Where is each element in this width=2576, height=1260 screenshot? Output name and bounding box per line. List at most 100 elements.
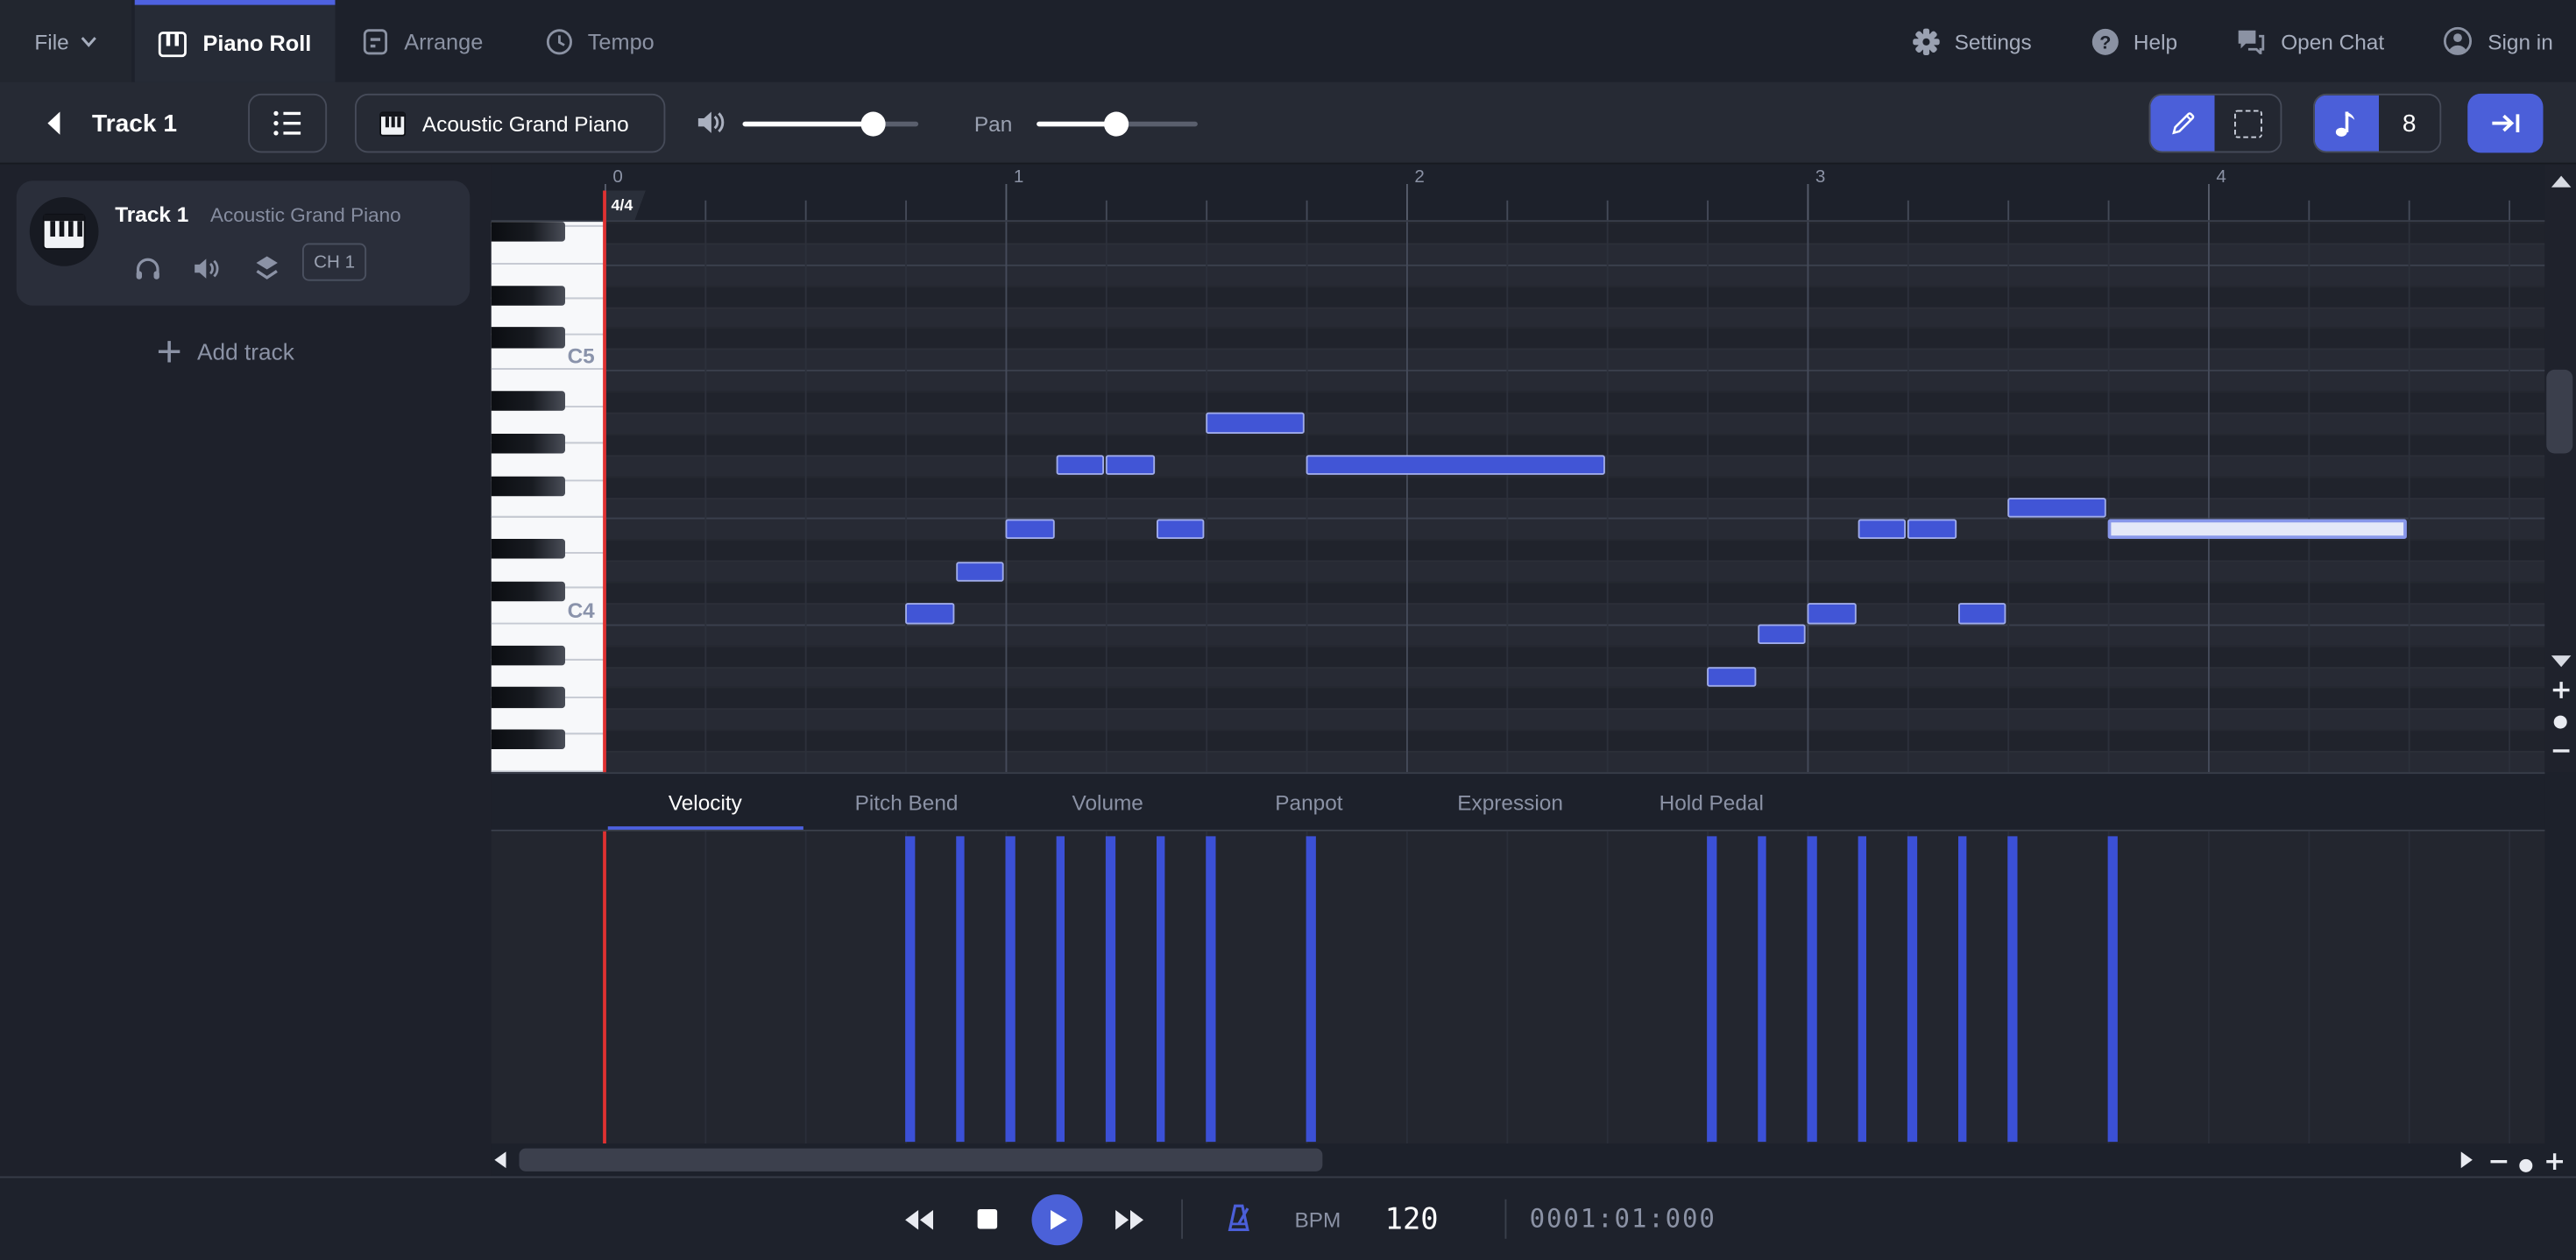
velocity-bar[interactable] xyxy=(1156,837,1164,1142)
track-list-button[interactable] xyxy=(248,94,327,153)
note[interactable] xyxy=(1306,456,1605,476)
grid-row xyxy=(605,243,2544,264)
velocity-graph[interactable] xyxy=(492,832,2545,1143)
velocity-bar[interactable] xyxy=(1858,837,1866,1142)
velocity-bar[interactable] xyxy=(1757,837,1766,1142)
mute-speaker-button[interactable] xyxy=(191,253,221,283)
note-grid[interactable] xyxy=(605,222,2544,772)
velocity-bar[interactable] xyxy=(1106,837,1115,1142)
note[interactable] xyxy=(905,604,953,624)
metronome-button[interactable] xyxy=(1219,1178,1258,1260)
piano-black-key[interactable] xyxy=(492,391,565,411)
ruler-tick xyxy=(1907,201,1909,222)
zoom-out-vertical-button[interactable] xyxy=(2544,738,2576,764)
scroll-down-button[interactable] xyxy=(2544,648,2576,674)
time-signature-badge[interactable]: 4/4 xyxy=(605,191,646,223)
note[interactable] xyxy=(955,561,1003,581)
selection-tool-button[interactable] xyxy=(2215,96,2281,152)
velocity-bar[interactable] xyxy=(1206,837,1214,1142)
open-chat-button[interactable]: Open Chat xyxy=(2237,28,2385,54)
controller-tab-velocity[interactable]: Velocity xyxy=(605,774,806,830)
velocity-bar[interactable] xyxy=(955,837,964,1142)
note[interactable] xyxy=(1757,625,1805,645)
scroll-up-button[interactable] xyxy=(2544,167,2576,194)
note-length-value[interactable]: 8 xyxy=(2379,96,2439,152)
scroll-right-button[interactable] xyxy=(2461,1150,2473,1167)
velocity-bar[interactable] xyxy=(1907,837,1916,1142)
note[interactable] xyxy=(1106,456,1154,476)
velocity-bar[interactable] xyxy=(1957,837,1966,1142)
note[interactable] xyxy=(2007,498,2106,518)
graph-beat-line xyxy=(805,832,807,1143)
pan-slider-thumb[interactable] xyxy=(1103,111,1128,136)
add-track-button[interactable]: Add track xyxy=(156,332,294,372)
note[interactable] xyxy=(1707,667,1755,687)
velocity-bar[interactable] xyxy=(1808,837,1816,1142)
sign-in-button[interactable]: Sign in xyxy=(2444,26,2553,56)
zoom-in-vertical-button[interactable] xyxy=(2544,677,2576,704)
piano-black-key[interactable] xyxy=(492,222,565,242)
controller-tab-hold-pedal[interactable]: Hold Pedal xyxy=(1610,774,1812,830)
file-menu-button[interactable]: File xyxy=(0,0,131,82)
piano-black-key[interactable] xyxy=(492,434,565,454)
horizontal-scrollbar-thumb[interactable] xyxy=(520,1148,1323,1171)
vertical-scrollbar-thumb[interactable] xyxy=(2546,370,2572,454)
grid-row xyxy=(605,413,2544,434)
piano-black-key[interactable] xyxy=(492,645,565,665)
timeline-ruler[interactable]: 4/4 01234 xyxy=(492,165,2545,223)
jump-to-end-button[interactable] xyxy=(2467,94,2543,153)
controller-tab-panpot[interactable]: Panpot xyxy=(1208,774,1410,830)
settings-button[interactable]: Settings xyxy=(1912,27,2032,55)
piano-keyboard[interactable]: C5C4 xyxy=(492,222,605,772)
play-button[interactable] xyxy=(1032,1193,1083,1244)
tab-arrange[interactable]: Arrange xyxy=(336,0,510,82)
note[interactable] xyxy=(1056,456,1104,476)
piano-black-key[interactable] xyxy=(492,286,565,306)
velocity-bar[interactable] xyxy=(2007,837,2016,1142)
note[interactable] xyxy=(1206,413,1305,433)
note[interactable] xyxy=(1156,519,1204,539)
velocity-bar[interactable] xyxy=(1056,837,1065,1142)
zoom-out-horizontal-button[interactable] xyxy=(2489,1150,2509,1179)
velocity-bar[interactable] xyxy=(1006,837,1015,1142)
pencil-tool-button[interactable] xyxy=(2150,96,2214,152)
note[interactable] xyxy=(1957,604,2006,624)
back-button[interactable] xyxy=(45,110,63,145)
channel-badge[interactable]: CH 1 xyxy=(302,244,366,281)
rewind-button[interactable] xyxy=(895,1178,942,1260)
track-sidebar: Track 1 Acoustic Grand Piano xyxy=(0,165,492,1177)
note-length-button[interactable] xyxy=(2315,96,2379,152)
piano-black-key[interactable] xyxy=(492,688,565,708)
note[interactable] xyxy=(1808,604,1856,624)
chevron-down-icon xyxy=(81,35,97,46)
piano-black-key[interactable] xyxy=(492,539,565,559)
piano-black-key[interactable] xyxy=(492,730,565,750)
piano-black-key[interactable] xyxy=(492,476,565,496)
velocity-bar[interactable] xyxy=(1707,837,1716,1142)
note[interactable] xyxy=(1858,519,1906,539)
help-button[interactable]: ? Help xyxy=(2091,27,2177,55)
controller-tab-volume[interactable]: Volume xyxy=(1007,774,1208,830)
controller-tab-expression[interactable]: Expression xyxy=(1410,774,1611,830)
volume-slider-thumb[interactable] xyxy=(860,111,885,136)
tab-tempo[interactable]: Tempo xyxy=(509,0,690,82)
instrument-select-button[interactable]: Acoustic Grand Piano xyxy=(355,94,665,153)
layers-button[interactable] xyxy=(251,253,281,283)
tab-piano-roll[interactable]: Piano Roll xyxy=(135,0,336,82)
horizontal-scrollbar xyxy=(492,1143,2576,1175)
velocity-bar[interactable] xyxy=(905,837,914,1142)
note-selected[interactable] xyxy=(2108,519,2407,539)
solo-headphones-button[interactable] xyxy=(133,253,163,283)
bpm-value[interactable]: 120 xyxy=(1385,1178,1439,1260)
note[interactable] xyxy=(1907,519,1956,539)
controller-tab-pitch-bend[interactable]: Pitch Bend xyxy=(806,774,1008,830)
fast-forward-button[interactable] xyxy=(1106,1178,1152,1260)
zoom-reset-vertical-handle[interactable] xyxy=(2544,708,2576,734)
velocity-bar[interactable] xyxy=(1306,837,1315,1142)
note[interactable] xyxy=(1006,519,1054,539)
scroll-left-button[interactable] xyxy=(494,1150,506,1167)
stop-button[interactable] xyxy=(969,1178,1005,1260)
track-card[interactable]: Track 1 Acoustic Grand Piano xyxy=(17,181,471,306)
velocity-bar[interactable] xyxy=(2108,837,2117,1142)
zoom-in-horizontal-button[interactable] xyxy=(2544,1150,2565,1179)
